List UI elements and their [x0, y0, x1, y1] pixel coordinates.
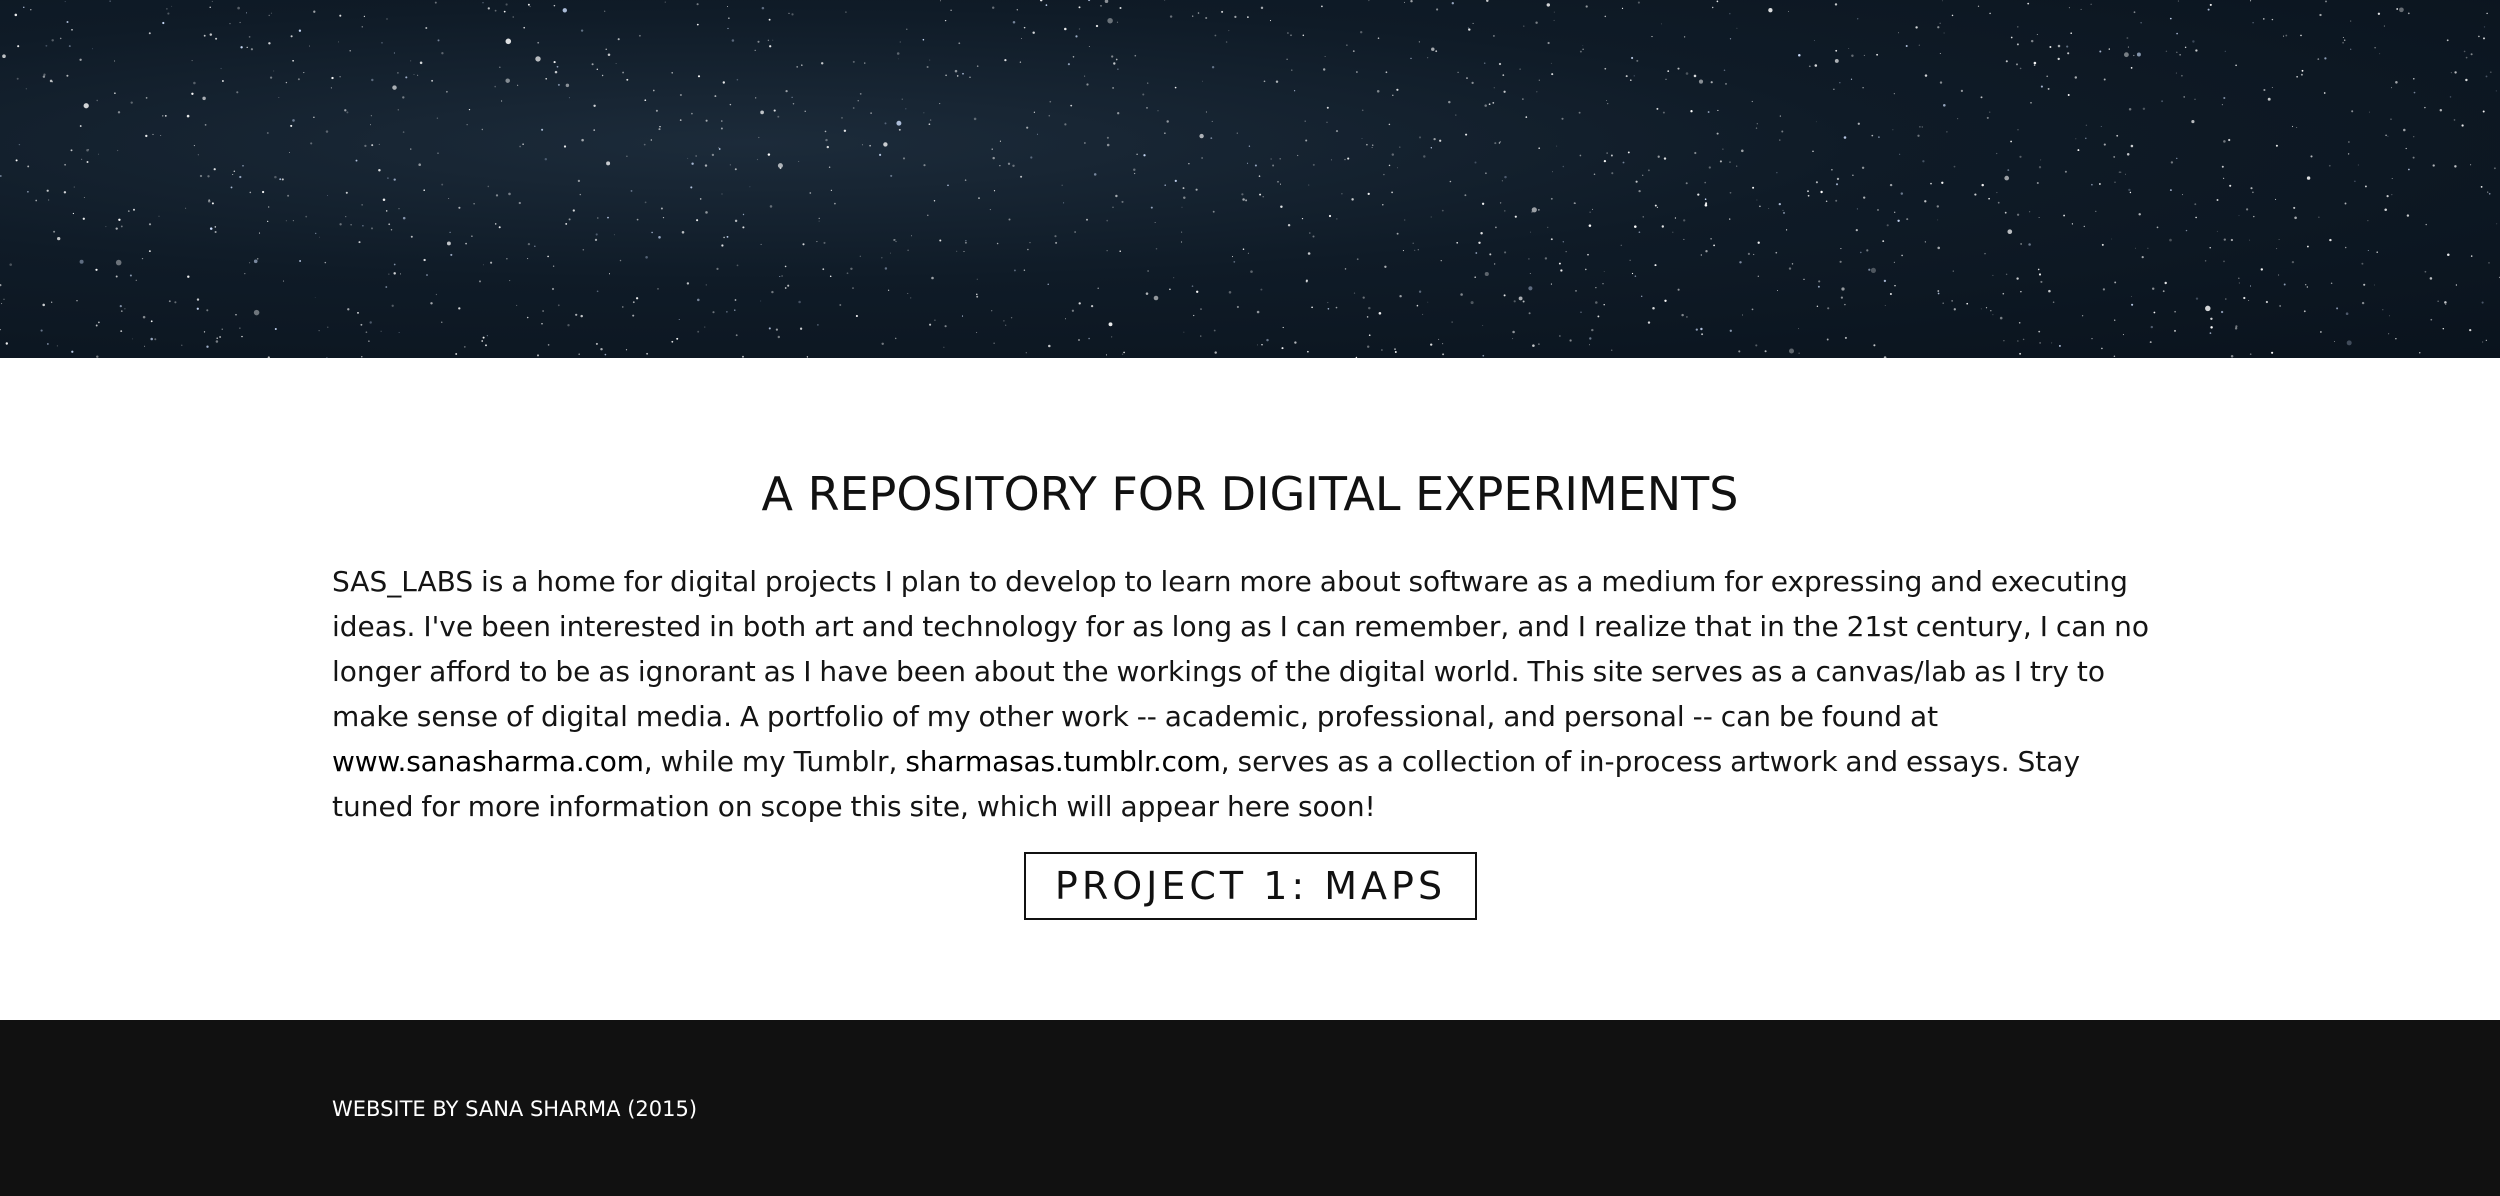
portfolio-link[interactable]: www.sanasharma.com	[332, 745, 644, 778]
intro-text-2: , while my Tumblr,	[643, 745, 906, 778]
page-title: A REPOSITORY FOR DIGITAL EXPERIMENTS	[761, 467, 1739, 521]
hero-banner	[0, 0, 2500, 358]
project-maps-button[interactable]: PROJECT 1: MAPS	[1024, 852, 1477, 920]
intro-text-1: SAS_LABS is a home for digital projects …	[332, 565, 2149, 733]
footer: WEBSITE BY SANA SHARMA (2015)	[0, 1020, 2500, 1196]
footer-credit: WEBSITE BY SANA SHARMA (2015)	[332, 1097, 698, 1121]
main-content: A REPOSITORY FOR DIGITAL EXPERIMENTS SAS…	[0, 358, 2500, 1020]
intro-paragraph: SAS_LABS is a home for digital projects …	[332, 559, 2168, 829]
tumblr-link[interactable]: sharmasas.tumblr.com	[905, 745, 1221, 778]
starfield-image	[0, 0, 2500, 358]
